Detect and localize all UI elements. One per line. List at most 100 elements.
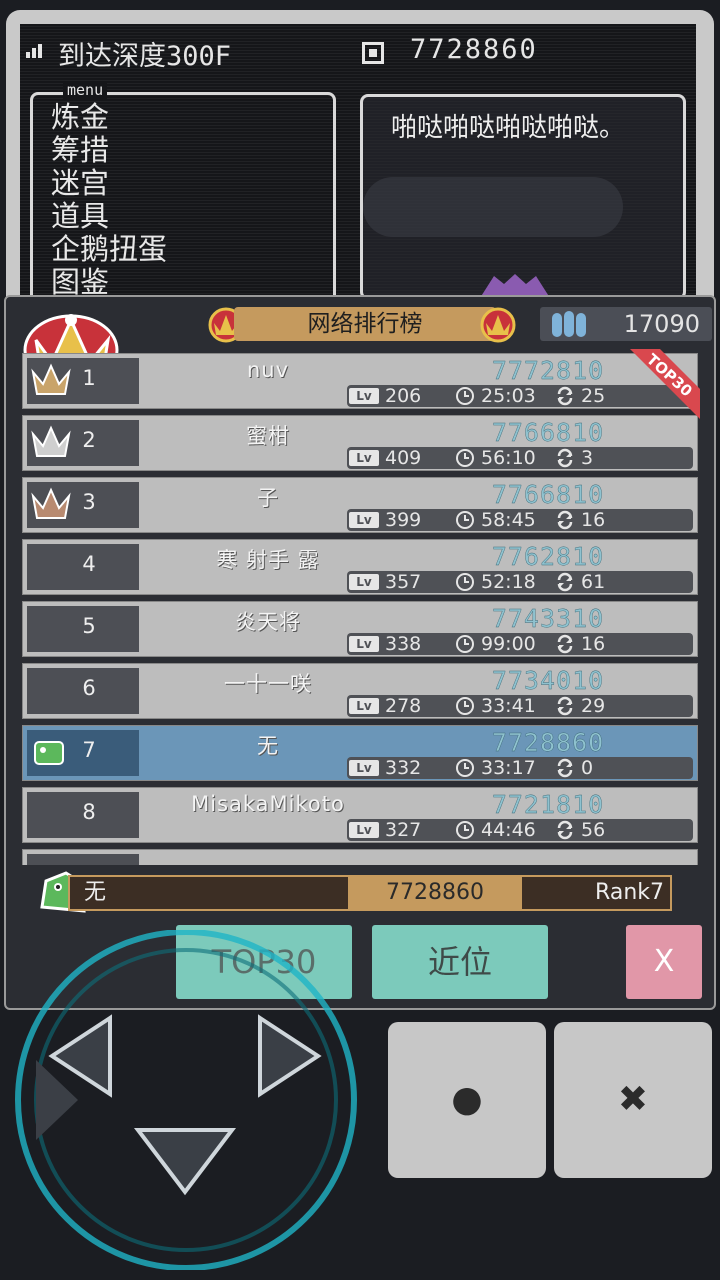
rank-box: 2 xyxy=(27,420,139,466)
rank-box: 5 xyxy=(27,606,139,652)
clock-icon xyxy=(456,821,474,839)
loop-count: 3 xyxy=(581,447,594,469)
game-screen: 到达深度300F 7728860 menu 炼金 筹措 迷宫 道具 企鹅扭蛋 图… xyxy=(20,24,696,324)
ranking-row[interactable]: 4 寒 射手 露 7762810 Lv 357 52:18 61 xyxy=(22,539,698,595)
level-badge: Lv xyxy=(349,450,379,466)
dpad-left-button[interactable] xyxy=(40,1010,130,1100)
player-score: 7766810 xyxy=(491,480,605,509)
close-button[interactable]: X xyxy=(626,925,702,999)
play-time: 52:18 xyxy=(481,571,536,593)
rank-box: 8 xyxy=(27,792,139,838)
player-name: 无 xyxy=(257,734,279,758)
ranking-row[interactable]: 3 子 7766810 Lv 399 58:45 16 xyxy=(22,477,698,533)
rank-number: 8 xyxy=(82,800,96,824)
rank-number: 1 xyxy=(82,366,96,390)
clock-icon xyxy=(456,449,474,467)
menu-item-items[interactable]: 道具 xyxy=(51,200,109,233)
clock-icon xyxy=(456,387,474,405)
menu-item-labyrinth[interactable]: 迷宫 xyxy=(51,167,109,200)
my-rank: Rank7 xyxy=(595,880,664,905)
my-name: 无 xyxy=(84,880,107,905)
player-score: 7762810 xyxy=(491,542,605,571)
nearby-rank-button[interactable]: 近位 xyxy=(372,925,548,999)
player-name: 炎天将 xyxy=(235,610,301,634)
player-level: 409 xyxy=(385,447,422,469)
level-badge: Lv xyxy=(349,574,379,590)
player-stats: Lv 278 33:41 29 xyxy=(347,695,693,717)
rank-number: 3 xyxy=(82,490,96,514)
medal-count: 17090 xyxy=(623,310,700,338)
loop-icon xyxy=(557,386,573,406)
loop-count: 0 xyxy=(581,757,594,779)
player-name: 一十一咲 xyxy=(224,672,312,696)
ranking-list[interactable]: 1 nuv 7772810 Lv 206 25:03 25 2 蜜柑 77668… xyxy=(22,353,700,865)
menu-item-funding[interactable]: 筹措 xyxy=(51,134,109,167)
player-stats: Lv 332 33:17 0 xyxy=(347,757,693,779)
dpad-down-button[interactable] xyxy=(130,1120,240,1200)
player-level: 278 xyxy=(385,695,422,717)
ranking-row-partial[interactable] xyxy=(22,849,698,865)
rank-box: 6 xyxy=(27,668,139,714)
level-badge: Lv xyxy=(349,512,379,528)
rank-number: 6 xyxy=(82,676,96,700)
player-level: 327 xyxy=(385,819,422,841)
penguin-medal-icon xyxy=(552,311,586,337)
play-time: 99:00 xyxy=(481,633,536,655)
loop-icon xyxy=(557,696,573,716)
message-text: 啪哒啪哒啪哒啪哒。 xyxy=(391,113,626,143)
ranking-row[interactable]: 2 蜜柑 7766810 Lv 409 56:10 3 xyxy=(22,415,698,471)
rank-box: 4 xyxy=(27,544,139,590)
loop-count: 61 xyxy=(581,571,606,593)
player-level: 332 xyxy=(385,757,422,779)
player-level: 357 xyxy=(385,571,422,593)
player-name: nuv xyxy=(246,358,290,382)
player-score: 7728860 xyxy=(491,728,605,757)
my-rank-bar: 无 7728860 Rank7 xyxy=(68,875,672,911)
player-stats: Lv 338 99:00 16 xyxy=(347,633,693,655)
rank-box: 1 xyxy=(27,358,139,404)
ranking-title: 网络排行榜 xyxy=(234,307,496,341)
ranking-row[interactable]: 6 一十一咲 7734010 Lv 278 33:41 29 xyxy=(22,663,698,719)
player-name: 子 xyxy=(257,486,279,510)
ranking-row-current-player[interactable]: 7 无 7728860 Lv 332 33:17 0 xyxy=(22,725,698,781)
menu-item-alchemy[interactable]: 炼金 xyxy=(51,101,109,134)
coin-icon xyxy=(362,42,384,64)
loop-icon xyxy=(557,634,573,654)
silver-crown-icon xyxy=(31,425,71,457)
cross-button[interactable]: ✖ xyxy=(554,1022,712,1178)
player-stats: Lv 409 56:10 3 xyxy=(347,447,693,469)
ranking-row[interactable]: 8 MisakaMikoto 7721810 Lv 327 44:46 56 xyxy=(22,787,698,843)
ranking-row[interactable]: 5 炎天将 7743310 Lv 338 99:00 16 xyxy=(22,601,698,657)
level-badge: Lv xyxy=(349,636,379,652)
loop-icon xyxy=(557,820,573,840)
loop-icon xyxy=(557,448,573,468)
dpad-right-button[interactable] xyxy=(240,1010,330,1100)
medal-counter: 17090 xyxy=(540,307,712,341)
rank-number: 4 xyxy=(82,552,96,576)
player-score: 7743310 xyxy=(491,604,605,633)
clock-icon xyxy=(456,511,474,529)
player-stats: Lv 327 44:46 56 xyxy=(347,819,693,841)
play-time: 33:41 xyxy=(481,695,536,717)
signal-icon xyxy=(26,44,42,58)
player-score: 7734010 xyxy=(491,666,605,695)
top30-ribbon: TOP30 xyxy=(630,349,700,419)
level-badge: Lv xyxy=(349,698,379,714)
player-name: 蜜柑 xyxy=(246,424,290,448)
player-name: MisakaMikoto xyxy=(191,792,345,816)
loop-icon xyxy=(557,510,573,530)
clock-icon xyxy=(456,635,474,653)
player-name: 寒 射手 露 xyxy=(216,548,320,572)
level-badge: Lv xyxy=(349,822,379,838)
rank-box: 3 xyxy=(27,482,139,528)
ranking-row[interactable]: 1 nuv 7772810 Lv 206 25:03 25 xyxy=(22,353,698,409)
circle-button[interactable]: ● xyxy=(388,1022,546,1178)
status-bar: 到达深度300F 7728860 xyxy=(20,30,696,72)
play-time: 25:03 xyxy=(481,385,536,407)
depth-label: 到达深度300F xyxy=(58,41,232,72)
clock-icon xyxy=(456,759,474,777)
loop-count: 56 xyxy=(581,819,606,841)
rank-number: 7 xyxy=(82,738,96,762)
menu-item-gacha[interactable]: 企鹅扭蛋 xyxy=(51,233,167,266)
player-score: 7766810 xyxy=(491,418,605,447)
